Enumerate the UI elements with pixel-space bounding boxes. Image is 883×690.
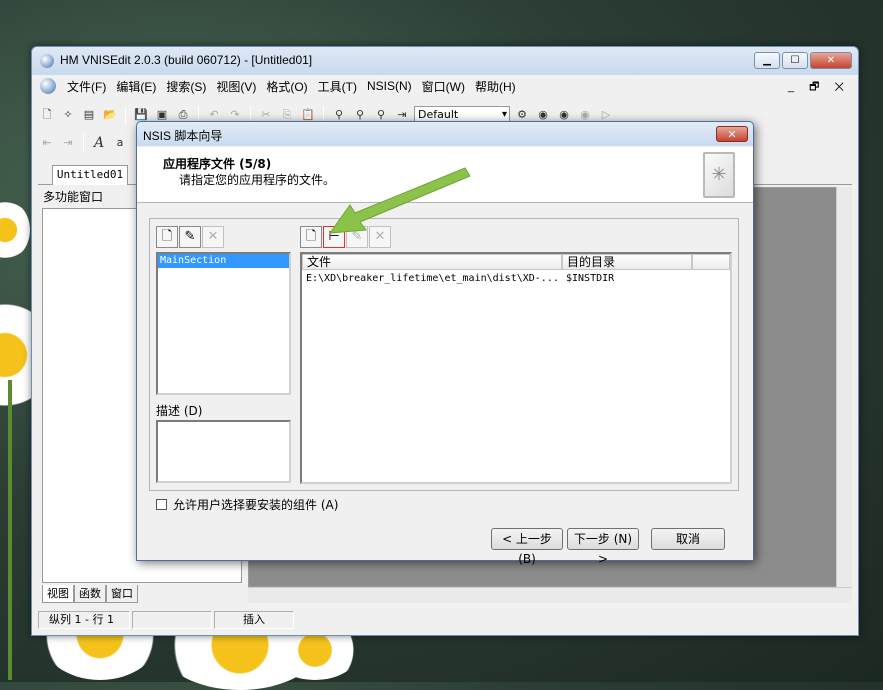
window-title: HM VNISEdit 2.0.3 (build 060712) - [Unti…: [60, 53, 313, 67]
horizontal-scrollbar[interactable]: [248, 587, 852, 603]
step-subtitle: 请指定您的应用程序的文件。: [179, 173, 336, 187]
menu-bar: 文件(F) 编辑(E) 搜索(S) 视图(V) 格式(O) 工具(T) NSIS…: [32, 75, 858, 97]
daisy-decoration: [0, 200, 30, 260]
list-item-mainsection[interactable]: MainSection: [158, 254, 289, 268]
sections-list[interactable]: MainSection: [156, 252, 291, 395]
dialog-header: 应用程序文件 (5/8) 请指定您的应用程序的文件。 ✳: [137, 147, 753, 203]
title-bar[interactable]: HM VNISEdit 2.0.3 (build 060712) - [Unti…: [32, 47, 858, 75]
close-button[interactable]: ✕: [810, 52, 852, 69]
template-icon[interactable]: ▤: [80, 106, 98, 124]
status-mode: 插入: [214, 611, 294, 629]
new-file-icon[interactable]: 🗋: [38, 106, 56, 124]
outdent-icon[interactable]: ⇥: [59, 134, 77, 152]
document-icon[interactable]: [40, 78, 56, 94]
indent-icon[interactable]: ⇤: [38, 134, 56, 152]
menu-search[interactable]: 搜索(S): [161, 78, 211, 95]
back-button[interactable]: < 上一步 (B): [491, 528, 563, 566]
dialog-title: NSIS 脚本向导: [143, 129, 223, 143]
delete-file-icon[interactable]: ✕: [369, 226, 391, 248]
checkbox-label: 允许用户选择要安装的组件 (A): [173, 498, 339, 512]
tab-untitled01[interactable]: Untitled01: [52, 165, 128, 185]
menu-file[interactable]: 文件(F): [62, 78, 111, 95]
app-icon: [40, 54, 54, 68]
open-folder-icon[interactable]: 📂: [101, 106, 119, 124]
dialog-title-bar[interactable]: NSIS 脚本向导 ✕: [137, 122, 753, 146]
description-box: [156, 420, 291, 483]
menu-edit[interactable]: 编辑(E): [111, 78, 161, 95]
column-header-empty: [692, 254, 730, 270]
font-icon[interactable]: A: [90, 134, 108, 152]
format-toolbar: ⇤ ⇥ A a: [38, 131, 129, 155]
file-path-cell[interactable]: E:\XD\breaker_lifetime\et_main\dist\XD-.…: [306, 273, 559, 284]
status-panel-empty: [132, 611, 212, 629]
menu-window[interactable]: 窗口(W): [417, 78, 470, 95]
menu-format[interactable]: 格式(O): [261, 78, 312, 95]
toolbar-separator: [125, 106, 126, 124]
destination-cell[interactable]: $INSTDIR: [566, 273, 614, 284]
dialog-close-button[interactable]: ✕: [716, 126, 748, 142]
font-size-icon[interactable]: a: [111, 134, 129, 152]
edit-file-icon[interactable]: ✎: [346, 226, 368, 248]
next-button[interactable]: 下一步 (N) >: [567, 528, 639, 566]
minimize-button[interactable]: ▁: [754, 52, 780, 69]
cancel-button[interactable]: 取消: [651, 528, 725, 550]
files-list[interactable]: 文件 目的目录 E:\XD\breaker_lifetime\et_main\d…: [300, 252, 732, 484]
menu-tools[interactable]: 工具(T): [313, 78, 362, 95]
edit-section-icon[interactable]: ✎: [179, 226, 201, 248]
wizard-page-icon: ✳: [703, 152, 735, 198]
menu-help[interactable]: 帮助(H): [470, 78, 521, 95]
add-file-icon[interactable]: 🗋: [300, 226, 322, 248]
column-header-file[interactable]: 文件: [302, 254, 562, 270]
tab-view[interactable]: 视图: [42, 585, 74, 603]
caption-buttons: ▁ ☐ ✕: [754, 52, 852, 69]
checkbox-box[interactable]: [156, 499, 167, 510]
allow-components-checkbox[interactable]: 允许用户选择要安装的组件 (A): [156, 496, 338, 513]
menu-view[interactable]: 视图(V): [211, 78, 261, 95]
new-section-icon[interactable]: 🗋: [156, 226, 178, 248]
column-header-destination[interactable]: 目的目录: [562, 254, 692, 270]
maximize-button[interactable]: ☐: [782, 52, 808, 69]
wizard-icon[interactable]: ✧: [59, 106, 77, 124]
stem-decoration: [8, 380, 12, 680]
status-bar: 纵列 1 - 行 1 插入: [38, 611, 852, 631]
mdi-buttons[interactable]: _ 🗗 ✕: [788, 78, 850, 97]
nsis-wizard-dialog: NSIS 脚本向导 ✕ 应用程序文件 (5/8) 请指定您的应用程序的文件。 ✳…: [136, 121, 754, 566]
vertical-scrollbar[interactable]: [836, 187, 852, 587]
toolbar-separator: [83, 134, 84, 152]
menu-nsis[interactable]: NSIS(N): [362, 79, 417, 93]
step-title: 应用程序文件 (5/8): [163, 157, 272, 171]
tab-windows[interactable]: 窗口: [106, 585, 138, 603]
status-position: 纵列 1 - 行 1: [38, 611, 130, 629]
add-directory-tree-icon[interactable]: ⊢: [323, 226, 345, 248]
description-label: 描述 (D): [156, 404, 203, 418]
delete-section-icon[interactable]: ✕: [202, 226, 224, 248]
panel-tabs: 视图 函数 窗口: [42, 585, 138, 603]
tab-functions[interactable]: 函数: [74, 585, 106, 603]
